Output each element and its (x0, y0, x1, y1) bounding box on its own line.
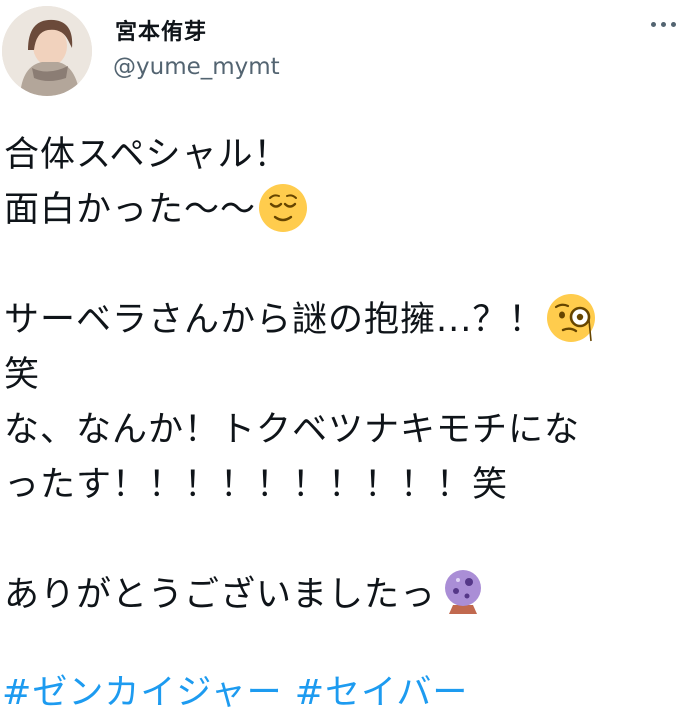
tweet-line: な、なんか！トクベツナキモチにな (4, 410, 581, 450)
tweet-line (4, 238, 674, 293)
tweet-line: ありがとうございましたっ (4, 568, 674, 623)
tweet-header: 宮本侑芽 @yume_mymt (0, 0, 682, 110)
tweet-line: 笑 (4, 355, 41, 395)
tweet-line: ったす！！！！！！！！！！笑 (4, 465, 509, 505)
avatar-photo (2, 6, 92, 96)
hashtag-link[interactable]: #セイバー (295, 673, 469, 713)
tweet-line (4, 513, 674, 568)
crystal-ball-emoji (445, 570, 482, 614)
tweet-line: 合体スペシャル！ (4, 135, 290, 175)
avatar[interactable] (2, 6, 92, 96)
relieved-face-emoji (259, 184, 308, 232)
hashtags: #ゼンカイジャー #セイバー (2, 664, 468, 715)
tweet-line: サーベラさんから謎の抱擁...？！ (4, 293, 674, 348)
hashtag-link[interactable]: #ゼンカイジャー (2, 673, 283, 713)
tweet-text: 合体スペシャル！ 面白かった〜〜 サーベラさんから謎の抱擁...？！ 笑 な、な… (4, 128, 674, 623)
username[interactable]: @yume_mymt (113, 54, 280, 80)
more-horizontal-icon[interactable] (648, 14, 678, 34)
face-with-monocle-emoji (547, 294, 596, 342)
tweet-line: 面白かった〜〜 (4, 183, 674, 238)
display-name[interactable]: 宮本侑芽 (115, 14, 207, 46)
